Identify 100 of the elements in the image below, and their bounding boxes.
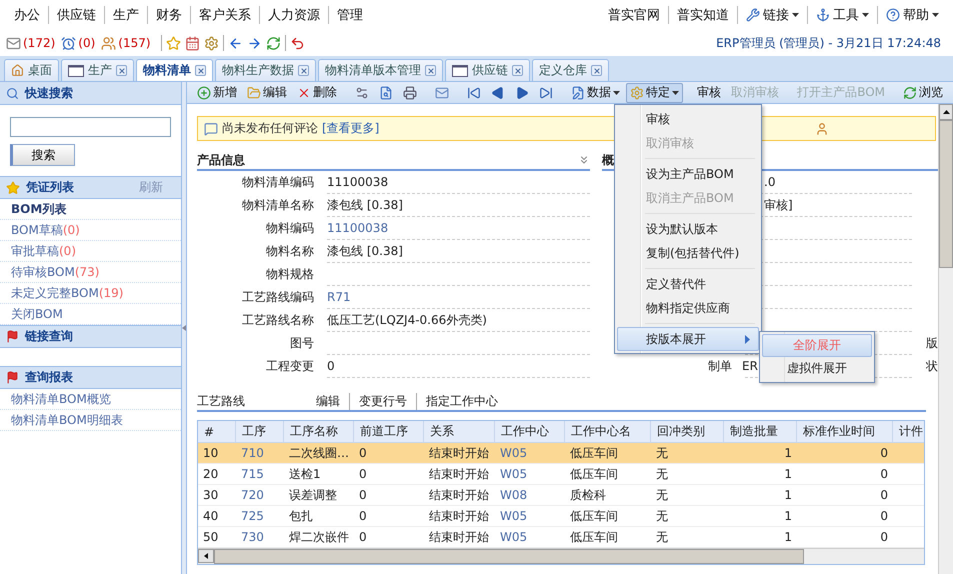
tab[interactable]: 生产 [61, 59, 134, 81]
menu-item[interactable]: 供应链 [49, 6, 105, 24]
field-value: 漆包线 [0.38] [327, 240, 590, 263]
search-icon [6, 86, 19, 100]
menu-item[interactable]: 管理 [329, 6, 371, 24]
gear-icon[interactable] [204, 36, 219, 50]
back-icon[interactable] [228, 36, 243, 50]
search-button[interactable]: 搜索 [10, 144, 75, 166]
field-label: 物料规格 [265, 266, 315, 283]
tab[interactable]: 定义仓库 [532, 59, 609, 81]
count-label: (172) [23, 36, 56, 50]
search-field[interactable] [10, 117, 171, 137]
table-cell[interactable]: 1 [724, 443, 797, 464]
help-icon [886, 8, 900, 22]
menu-item[interactable]: 办公 [6, 6, 49, 24]
previous-icon [491, 86, 506, 100]
scroll-up-icon[interactable] [942, 110, 950, 114]
toolbar-button[interactable]: 审核 [693, 82, 726, 102]
table-cell[interactable]: 10 [198, 443, 236, 464]
field-label: 物料名称 [265, 243, 315, 260]
alarm-clock-icon[interactable] [61, 36, 76, 50]
forward-icon[interactable] [246, 36, 262, 50]
list-item[interactable]: 物料清单BOM明细表 [0, 410, 181, 431]
tab[interactable]: 物料清单版本管理 [318, 59, 443, 81]
list-item[interactable]: 待审核BOM(73) [0, 262, 181, 283]
close-icon[interactable] [512, 65, 523, 76]
gear-icon [630, 86, 644, 100]
table-cell[interactable]: 二次线圈… [284, 443, 354, 464]
mail-icon[interactable] [6, 36, 21, 50]
close-icon[interactable] [425, 65, 436, 76]
menu-link[interactable]: 普实知道 [669, 6, 738, 24]
field-label: 物料清单编码 [241, 174, 315, 191]
menu-item[interactable]: 物料指定供应商 [617, 296, 759, 320]
toolbar-button[interactable]: 编辑 [243, 82, 291, 102]
table-cell[interactable]: 0 [354, 443, 424, 464]
table-cell[interactable]: 无 [651, 443, 724, 464]
table-cell[interactable]: 结束时开始 [424, 443, 495, 464]
table-cell[interactable]: 低压车间 [565, 443, 651, 464]
toolbar-button[interactable]: 删除 [293, 82, 341, 102]
menu-item[interactable]: 设为默认版本 [617, 217, 759, 241]
toolbar-button[interactable]: 特定 [626, 82, 684, 102]
menu-item[interactable]: 客户关系 [191, 6, 260, 24]
scroll-left-icon[interactable] [204, 553, 208, 559]
toolbar-button[interactable]: 数据 [567, 82, 624, 102]
menu-item[interactable]: 虚拟件展开 [762, 357, 872, 380]
edit-document-icon [571, 86, 586, 100]
menu-item[interactable]: 审核 [617, 107, 759, 131]
close-icon[interactable] [591, 65, 602, 76]
list-item[interactable]: 未定义完整BOM(19) [0, 283, 181, 304]
vertical-scrollbar[interactable] [938, 104, 953, 574]
menu-item[interactable]: 设为主产品BOM [617, 162, 759, 186]
list-item[interactable]: BOM列表 [0, 199, 181, 220]
column-header: 工序名称 [284, 421, 354, 443]
toolbar-button[interactable]: 浏览 [899, 82, 948, 102]
list-item[interactable]: BOM草稿(0) [0, 220, 181, 241]
menu-link[interactable]: 普实官网 [600, 6, 669, 24]
table-cell[interactable]: 0 [797, 443, 893, 464]
collapse-icon[interactable] [578, 154, 590, 166]
tab[interactable]: 供应链 [445, 59, 530, 81]
field-label: 版 [926, 335, 938, 352]
close-icon[interactable] [298, 65, 309, 76]
horizontal-scrollbar[interactable] [198, 548, 924, 564]
field-label: 工艺路线名称 [241, 312, 315, 329]
table-cell[interactable]: 710 [236, 443, 284, 464]
action-link[interactable]: 指定工作中心 [416, 392, 507, 410]
menu-item[interactable]: 财务 [148, 6, 191, 24]
comment-text: 尚未发布任何评论 [222, 120, 318, 137]
star-icon[interactable] [166, 36, 181, 50]
action-link[interactable]: 变更行号 [349, 392, 416, 410]
undo-icon[interactable] [290, 36, 305, 50]
close-icon[interactable] [116, 65, 127, 76]
folder-icon [247, 86, 261, 100]
more-link[interactable]: [查看更多] [322, 120, 380, 137]
menu-item[interactable]: 复制(包括替代件) [617, 241, 759, 265]
refresh-icon[interactable] [266, 36, 281, 50]
users-icon[interactable] [101, 36, 116, 50]
menu-link[interactable]: 帮助 [878, 6, 947, 24]
action-link[interactable]: 编辑 [307, 392, 349, 410]
menu-item[interactable]: 定义替代件 [617, 272, 759, 296]
tab[interactable]: 物料清单 [136, 59, 213, 81]
column-header: 工作中心 [495, 421, 565, 443]
close-icon[interactable] [195, 65, 206, 76]
calendar-icon[interactable] [184, 36, 200, 50]
field-value: 低压工艺(LQZJ4-0.66外壳类) [327, 309, 590, 332]
next-icon [515, 86, 530, 100]
table-cell[interactable]: W05 [495, 443, 565, 464]
toolbar-button[interactable]: 新增 [193, 82, 241, 102]
list-item[interactable]: 审批草稿(0) [0, 241, 181, 262]
menu-link[interactable]: 链接 [738, 6, 808, 24]
menu-item[interactable]: 生产 [105, 6, 148, 24]
section-title: 产品信息 [197, 152, 245, 168]
printer-icon [403, 86, 418, 100]
tab[interactable]: 物料生产数据 [215, 59, 316, 81]
field-value: 11100038 [327, 217, 590, 240]
menu-item[interactable]: 人力资源 [260, 6, 329, 24]
search-icon [379, 86, 394, 100]
menu-item[interactable]: 按版本展开 [617, 327, 759, 351]
menu-link[interactable]: 工具 [808, 6, 878, 24]
tab[interactable]: 桌面 [4, 59, 59, 81]
list-item[interactable]: 物料清单BOM概览 [0, 389, 181, 410]
